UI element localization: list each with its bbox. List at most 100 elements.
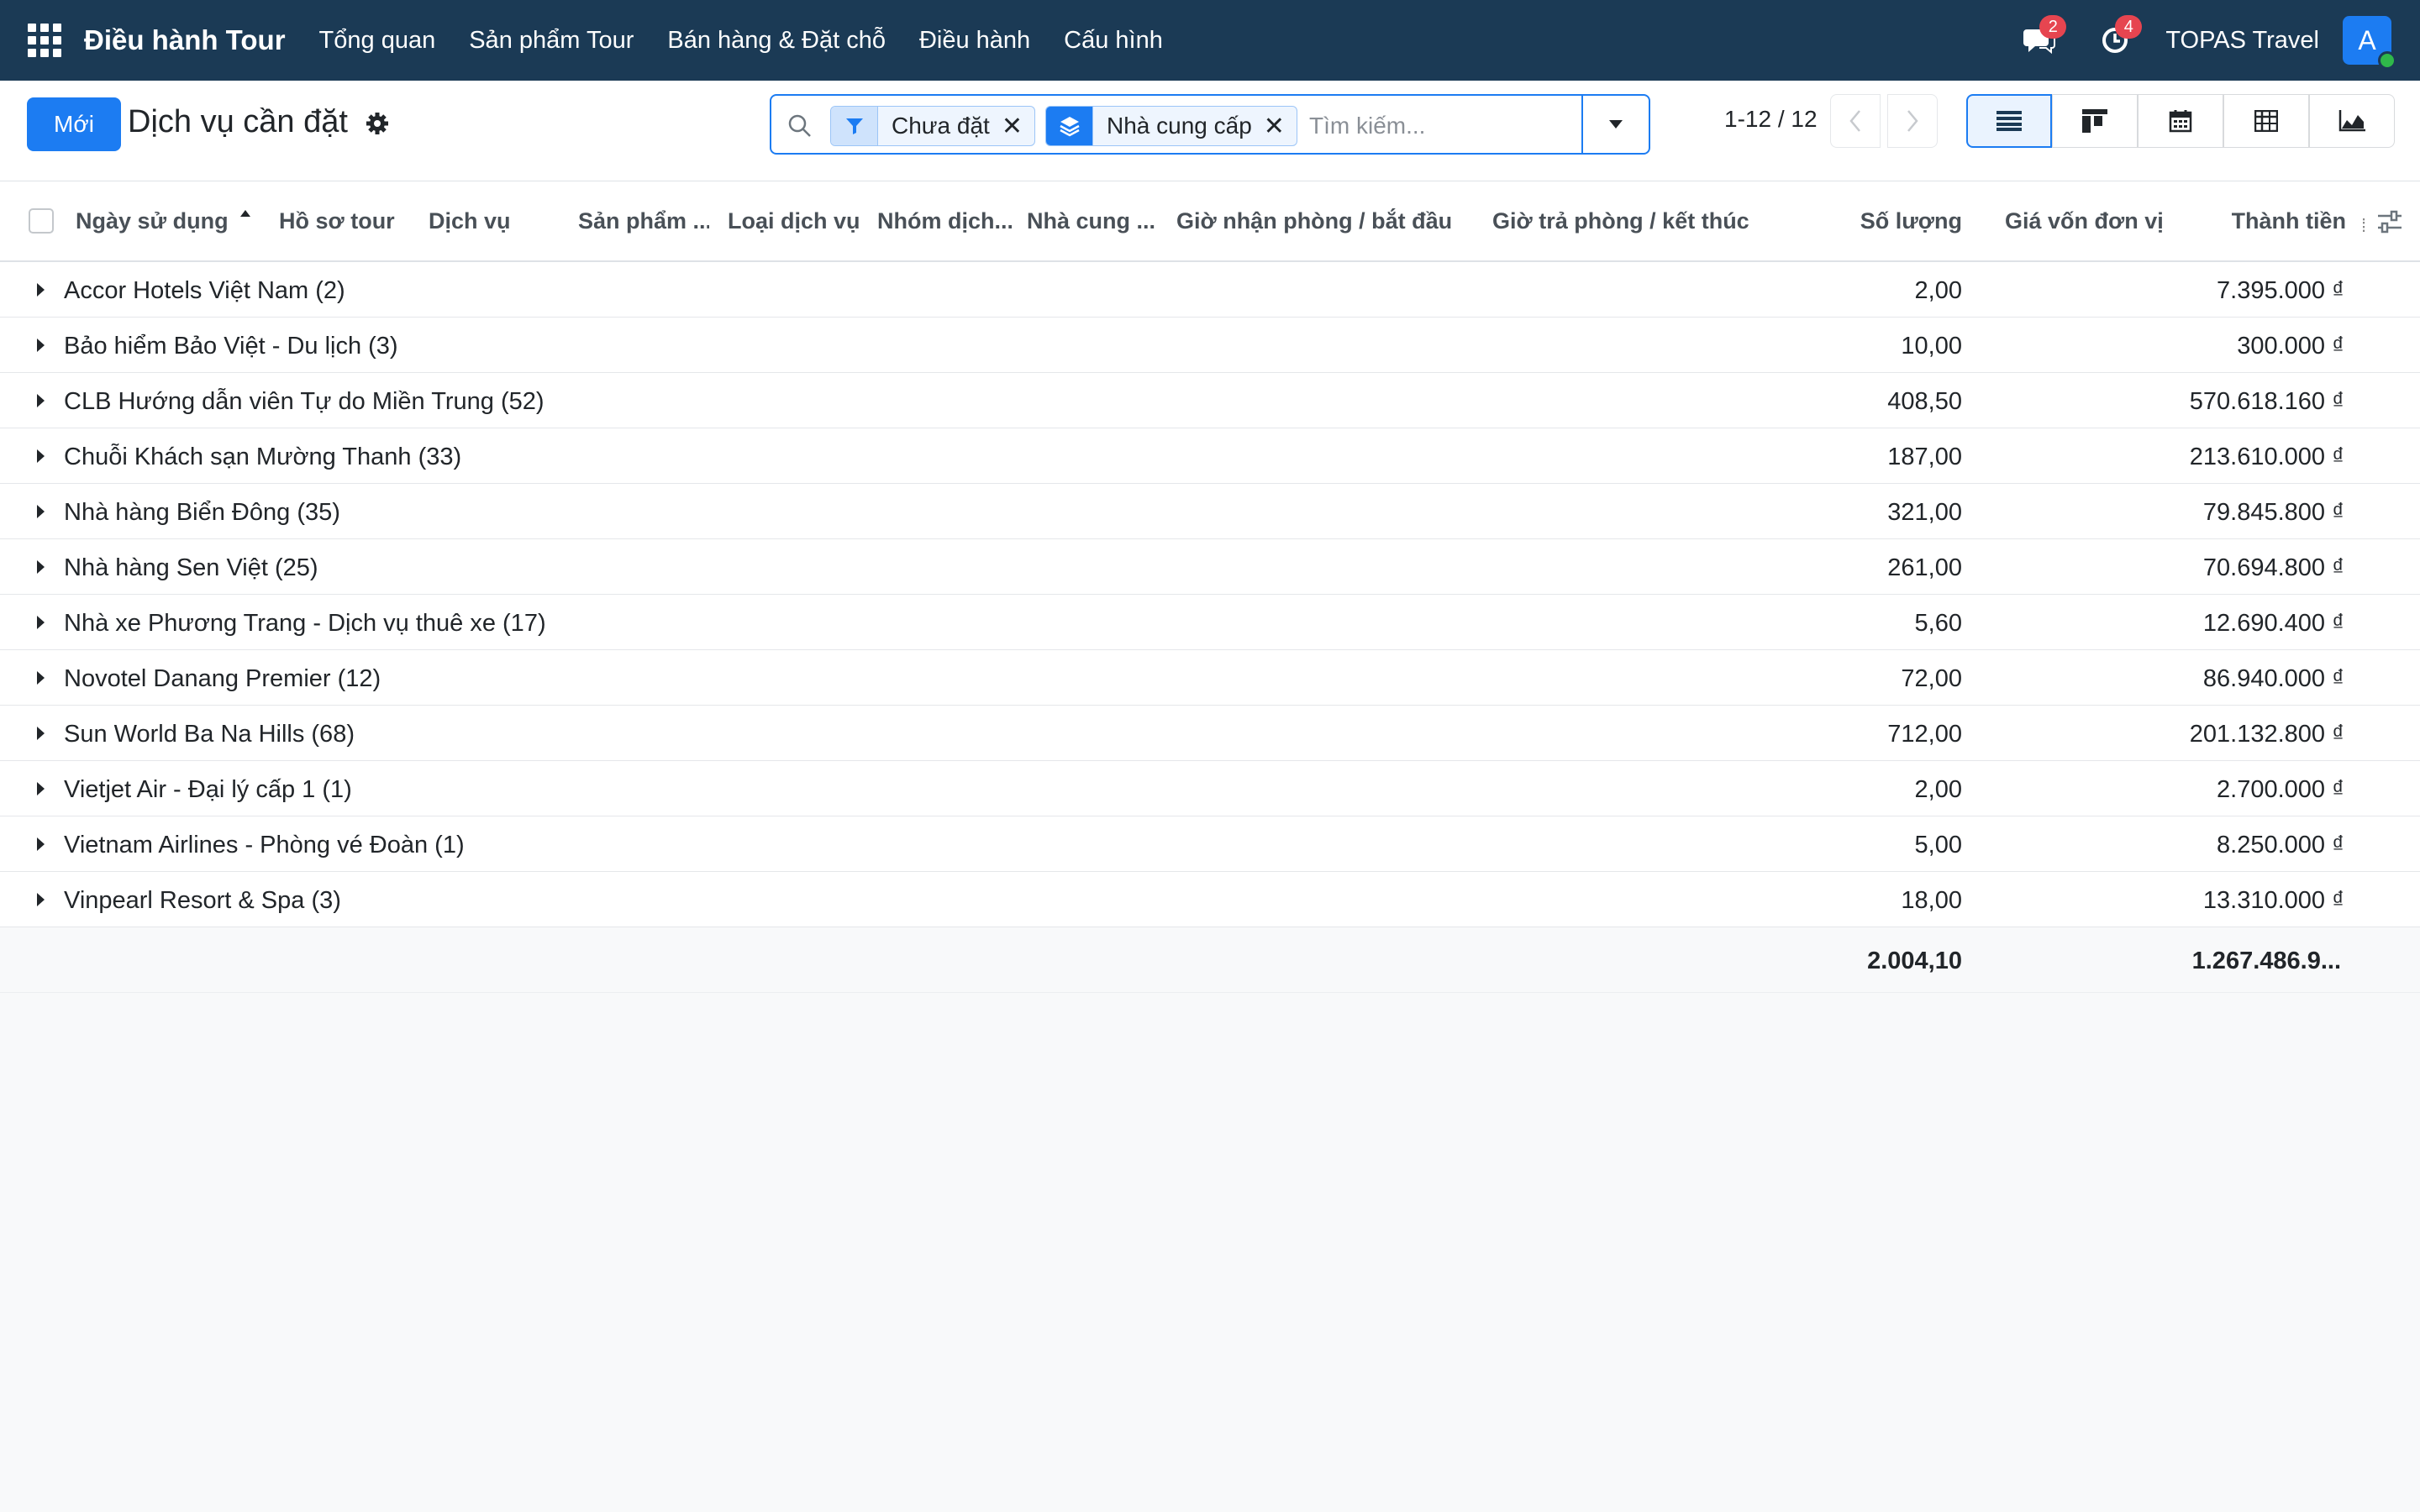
remove-filter-icon[interactable]: ✕	[1002, 112, 1023, 141]
optional-columns-sliders-icon[interactable]	[2375, 207, 2405, 237]
expand-caret-icon[interactable]	[37, 339, 45, 352]
col-service[interactable]: Dịch vụ	[429, 208, 511, 234]
pager-previous-button[interactable]	[1830, 94, 1881, 148]
col-service-group[interactable]: Nhóm dịch...	[877, 208, 1012, 234]
group-row[interactable]: Nhà hàng Biển Đông (35) 321,00 79.845.800 …	[0, 484, 2420, 539]
caret-down-icon	[1609, 120, 1623, 129]
search-input[interactable]	[1309, 106, 1578, 146]
group-name: Chuỗi Khách sạn Mường Thanh (33)	[64, 444, 462, 470]
group-name: Bảo hiểm Bảo Việt - Du lịch (3)	[64, 333, 398, 360]
group-row[interactable]: Novotel Danang Premier (12) 72,00 86.940.0…	[0, 650, 2420, 706]
expand-caret-icon[interactable]	[37, 837, 45, 851]
col-quantity[interactable]: Số lượng	[1860, 208, 1962, 234]
list-view: Ngày sử dụng Hồ sơ tour Dịch vụ Sản phẩm…	[0, 181, 2420, 993]
menu-sales-booking[interactable]: Bán hàng & Đặt chỗ	[667, 27, 886, 55]
group-row[interactable]: Nhà hàng Sen Việt (25) 261,00 70.694.800 ₫	[0, 539, 2420, 595]
expand-caret-icon[interactable]	[37, 394, 45, 407]
group-name: Nhà hàng Sen Việt (25)	[64, 554, 318, 581]
group-quantity: 72,00	[1901, 665, 1962, 692]
groupby-facet[interactable]: Nhà cung cấp ✕	[1045, 106, 1297, 146]
app-brand[interactable]: Điều hành Tour	[84, 24, 286, 56]
pager-next-button[interactable]	[1887, 94, 1938, 148]
group-row[interactable]: Bảo hiểm Bảo Việt - Du lịch (3) 10,00 300.…	[0, 318, 2420, 373]
expand-caret-icon[interactable]	[37, 893, 45, 906]
list-header: Ngày sử dụng Hồ sơ tour Dịch vụ Sản phẩm…	[0, 181, 2420, 262]
select-all-checkbox[interactable]	[29, 208, 54, 234]
pivot-view-button[interactable]	[2223, 94, 2309, 148]
list-view-button[interactable]	[1966, 94, 2052, 148]
filter-facet[interactable]: Chưa đặt ✕	[830, 106, 1035, 146]
group-row[interactable]: Nhà xe Phương Trang - Dịch vụ thuê xe (1…	[0, 595, 2420, 650]
gear-icon[interactable]	[365, 111, 390, 136]
menu-tour-products[interactable]: Sản phẩm Tour	[469, 27, 634, 55]
group-amount: 8.250.000 ₫	[2217, 832, 2344, 858]
group-name: Sun World Ba Na Hills (68)	[64, 721, 355, 748]
group-quantity: 712,00	[1887, 721, 1962, 748]
menu-operations[interactable]: Điều hành	[919, 27, 1030, 55]
expand-caret-icon[interactable]	[37, 671, 45, 685]
col-checkout-end[interactable]: Giờ trả phòng / kết thúc	[1492, 208, 1749, 234]
group-amount: 201.132.800 ₫	[2189, 721, 2344, 748]
new-button[interactable]: Mới	[27, 97, 121, 151]
pager-value[interactable]: 1-12 / 12	[1724, 106, 1818, 133]
col-checkin-start[interactable]: Giờ nhận phòng / bắt đầu	[1176, 208, 1452, 234]
chevron-left-icon	[1849, 110, 1860, 132]
group-row[interactable]: Sun World Ba Na Hills (68) 712,00 201.132.…	[0, 706, 2420, 761]
group-row[interactable]: Vietnam Airlines - Phòng vé Đoàn (1) 5,00…	[0, 816, 2420, 872]
company-switcher[interactable]: TOPAS Travel	[2165, 27, 2319, 55]
col-unit-cost[interactable]: Giá vốn đơn vị	[2005, 208, 2164, 234]
sort-ascending-icon	[240, 210, 250, 217]
chevron-right-icon	[1907, 110, 1918, 132]
graph-view-icon	[2338, 110, 2365, 132]
col-amount[interactable]: Thành tiền	[2232, 208, 2347, 234]
search-bar: Chưa đặt ✕ Nhà cung cấp ✕	[770, 94, 1650, 155]
column-resize-handle[interactable]: ⁞	[2361, 215, 2366, 237]
pivot-view-icon	[2254, 110, 2278, 132]
group-row[interactable]: Chuỗi Khách sạn Mường Thanh (33) 187,00 21…	[0, 428, 2420, 484]
expand-caret-icon[interactable]	[37, 782, 45, 795]
col-service-type[interactable]: Loại dịch vụ	[728, 208, 859, 234]
messages-button[interactable]: 2	[2014, 15, 2067, 66]
search-icon[interactable]	[786, 113, 813, 139]
col-product[interactable]: Sản phẩm ...	[578, 208, 709, 234]
group-quantity: 5,60	[1914, 610, 1962, 637]
search-options-toggle[interactable]	[1581, 94, 1649, 155]
kanban-view-icon	[2082, 109, 2107, 133]
menu-overview[interactable]: Tổng quan	[319, 27, 436, 55]
group-quantity: 408,50	[1887, 388, 1962, 415]
expand-caret-icon[interactable]	[37, 283, 45, 297]
group-amount: 570.618.160 ₫	[2189, 388, 2344, 415]
group-quantity: 2,00	[1914, 776, 1962, 803]
group-row[interactable]: Vinpearl Resort & Spa (3) 18,00 13.310.000…	[0, 872, 2420, 927]
expand-caret-icon[interactable]	[37, 727, 45, 740]
app-menu-grid-icon[interactable]	[27, 23, 62, 58]
col-usage-date[interactable]: Ngày sử dụng	[76, 208, 229, 234]
activities-button[interactable]: 4	[2090, 15, 2143, 66]
remove-groupby-icon[interactable]: ✕	[1264, 112, 1285, 141]
expand-caret-icon[interactable]	[37, 449, 45, 463]
filter-icon	[831, 107, 878, 145]
menu-configuration[interactable]: Cấu hình	[1064, 27, 1163, 55]
expand-caret-icon[interactable]	[37, 505, 45, 518]
top-navbar: Điều hành Tour Tổng quan Sản phẩm Tour B…	[0, 0, 2420, 81]
col-supplier[interactable]: Nhà cung ...	[1027, 208, 1161, 234]
avatar-letter: A	[2358, 24, 2376, 55]
graph-view-button[interactable]	[2309, 94, 2395, 148]
user-avatar[interactable]: A	[2343, 16, 2396, 70]
group-amount: 13.310.000 ₫	[2202, 887, 2344, 914]
expand-caret-icon[interactable]	[37, 560, 45, 574]
group-row[interactable]: CLB Hướng dẫn viên Tự do Miền Trung (52)…	[0, 373, 2420, 428]
group-rows: Accor Hotels Việt Nam (2) 2,00 7.395.000 ₫…	[0, 262, 2420, 927]
expand-caret-icon[interactable]	[37, 616, 45, 629]
group-amount: 86.940.000 ₫	[2202, 665, 2344, 692]
col-tour-file[interactable]: Hồ sơ tour	[279, 208, 395, 234]
group-amount: 213.610.000 ₫	[2189, 444, 2344, 470]
group-row[interactable]: Vietjet Air - Đại lý cấp 1 (1) 2,00 2.700.…	[0, 761, 2420, 816]
kanban-view-button[interactable]	[2052, 94, 2138, 148]
calendar-view-button[interactable]	[2138, 94, 2223, 148]
group-quantity: 321,00	[1887, 499, 1962, 526]
activities-badge: 4	[2115, 15, 2143, 39]
group-quantity: 2,00	[1914, 277, 1962, 304]
group-row[interactable]: Accor Hotels Việt Nam (2) 2,00 7.395.000 ₫	[0, 262, 2420, 318]
group-name: Nhà hàng Biển Đông (35)	[64, 499, 340, 526]
